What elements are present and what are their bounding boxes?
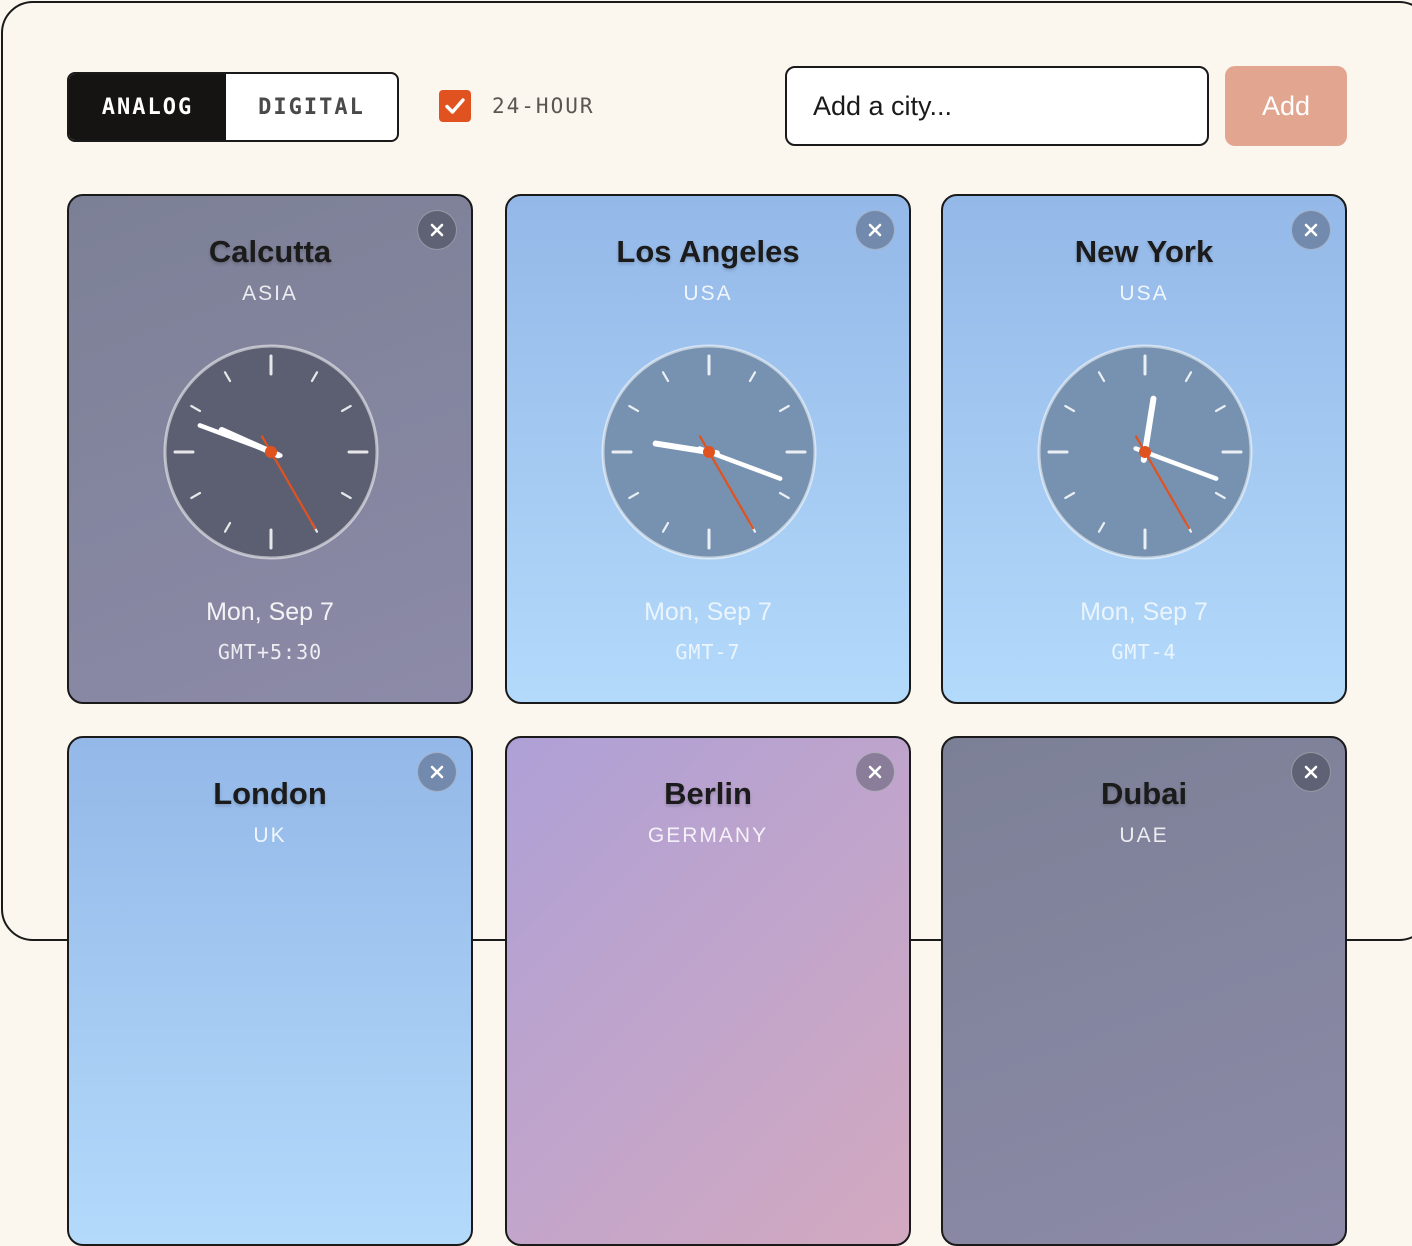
city-region: USA [1119,282,1169,305]
city-region: ASIA [242,282,298,305]
city-name: Dubai [1100,776,1188,811]
clock-date: Mon, Sep 7 [206,598,334,626]
analog-clock [1037,344,1253,560]
city-name: Los Angeles [616,234,800,269]
clock-date: Mon, Sep 7 [1080,598,1208,626]
clock-card: Dubai UAE [941,736,1347,1246]
gmt-offset: GMT-4 [1111,640,1177,664]
hour24-checkbox[interactable] [439,90,471,122]
mode-toggle: ANALOG DIGITAL [67,72,399,142]
city-region: USA [683,282,733,305]
hour24-label: 24-HOUR [492,94,595,118]
gmt-offset: GMT-7 [675,640,741,664]
city-region: UAE [1119,824,1169,847]
clock-date: Mon, Sep 7 [644,598,772,626]
city-region: UK [253,824,287,847]
city-name: New York [1074,234,1214,269]
toolbar: ANALOG DIGITAL 24-HOUR Add [67,66,1347,146]
analog-clock [601,344,817,560]
clock-center [1139,446,1151,458]
clock-card: Calcutta ASIA Mon, Sep 7 GMT+5:30 [67,194,473,704]
clock-card: London UK [67,736,473,1246]
clock-card: New York USA Mon, Sep 7 GMT-4 [941,194,1347,704]
analog-clock [163,344,379,560]
city-name: Calcutta [208,234,332,269]
add-city-button[interactable]: Add [1225,66,1347,146]
analog-mode-button[interactable]: ANALOG [69,74,226,140]
add-city-input[interactable] [785,66,1209,146]
digital-mode-button[interactable]: DIGITAL [226,74,397,140]
gmt-offset: GMT+5:30 [217,640,323,664]
check-icon [445,98,465,114]
clock-center [265,446,277,458]
city-region: GERMANY [647,824,769,847]
city-name: Berlin [664,776,752,811]
city-name: London [213,776,327,811]
clock-card: Berlin GERMANY [505,736,911,1246]
clock-center [703,446,715,458]
clock-card: Los Angeles USA Mon, Sep 7 GMT-7 [505,194,911,704]
